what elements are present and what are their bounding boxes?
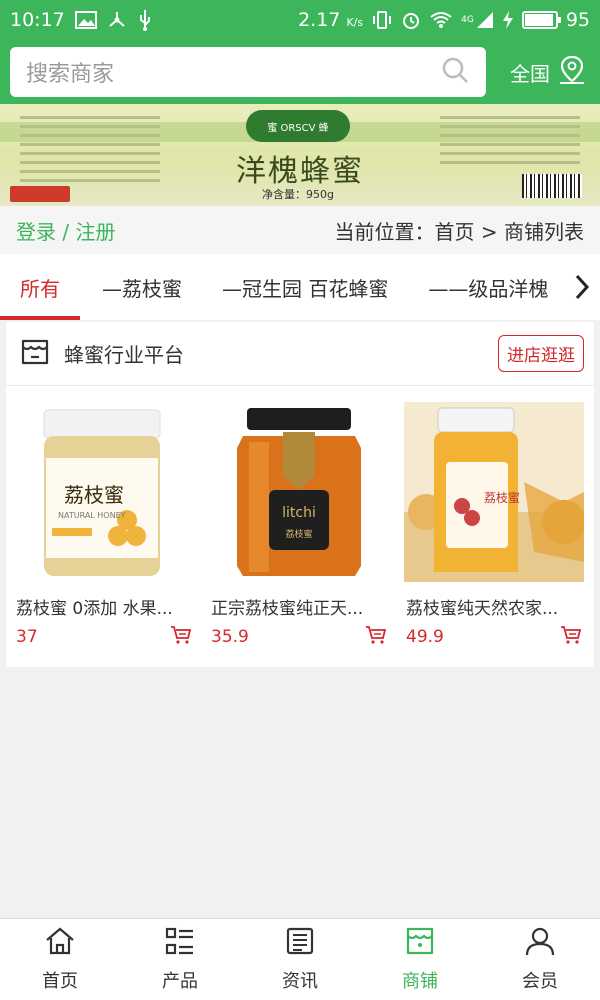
battery-percent: 95 — [565, 9, 590, 31]
alarm-icon — [401, 9, 421, 31]
banner-text-block-right — [440, 116, 580, 170]
store-icon — [404, 926, 436, 961]
status-time: 10:17 — [10, 9, 65, 31]
search-icon[interactable] — [440, 55, 470, 89]
cart-icon[interactable] — [560, 625, 582, 649]
tab-first-grade[interactable]: ——级品洋槐 — [428, 254, 548, 320]
signal-icon: 4G — [461, 9, 494, 31]
product-list: 荔枝蜜 NATURAL HONEY 荔枝蜜 0添加 水果... 37 litch… — [6, 386, 594, 649]
banner-logo: 蜜 ORSCV 蜂 — [246, 110, 350, 142]
search-input[interactable]: 搜索商家 — [10, 47, 486, 97]
store-icon — [20, 337, 50, 371]
chevron-right-icon[interactable] — [564, 254, 600, 320]
shop-name: 蜂蜜行业平台 — [64, 343, 184, 367]
nav-member-label: 会员 — [522, 971, 558, 992]
cart-icon[interactable] — [170, 625, 192, 649]
category-tabs: 所有 —荔枝蜜 —冠生园 百花蜂蜜 ——级品洋槐 — [0, 254, 600, 320]
nav-products[interactable]: 产品 — [120, 919, 240, 1000]
banner-image[interactable]: 蜜 ORSCV 蜂 洋槐蜂蜜 净含量：950g — [0, 104, 600, 206]
current-location: 当前位置：首页 > 商铺列表 — [334, 219, 584, 244]
banner-net-weight: 净含量：950g — [262, 188, 334, 201]
list-icon — [164, 926, 196, 961]
product-title[interactable]: 正宗荔枝蜜纯正天... — [211, 594, 389, 619]
charging-icon — [502, 9, 514, 31]
banner-text-block-left — [20, 116, 160, 188]
share-icon — [107, 9, 127, 31]
breadcrumb: 登录 / 注册 当前位置：首页 > 商铺列表 — [0, 206, 600, 254]
product-price: 35.9 — [211, 627, 249, 647]
product-card[interactable]: 荔枝蜜 NATURAL HONEY 荔枝蜜 0添加 水果... 37 — [8, 402, 201, 649]
jar-sub: NATURAL HONEY — [58, 511, 126, 520]
region-label: 全国 — [510, 61, 550, 86]
location-icon — [558, 55, 586, 90]
nav-products-label: 产品 — [162, 971, 198, 992]
product-image[interactable]: 荔枝蜜 — [404, 402, 584, 582]
usb-icon — [137, 9, 153, 31]
nav-stores[interactable]: 商铺 — [360, 919, 480, 1000]
nav-news-label: 资讯 — [282, 971, 318, 992]
barcode-icon — [522, 174, 582, 198]
nav-news[interactable]: 资讯 — [240, 919, 360, 1000]
product-image[interactable]: 荔枝蜜 NATURAL HONEY — [14, 402, 194, 582]
visit-shop-button[interactable]: 进店逛逛 — [498, 335, 584, 372]
tab-all[interactable]: 所有 — [0, 254, 80, 320]
shop-card: 蜂蜜行业平台 进店逛逛 荔枝蜜 NATURAL HONEY 荔枝蜜 0添加 水果… — [6, 322, 594, 667]
bottom-nav: 首页 产品 资讯 商铺 会员 — [0, 918, 600, 1000]
product-card[interactable]: litchi 荔枝蜜 正宗荔枝蜜纯正天... 35.9 — [203, 402, 396, 649]
search-placeholder: 搜索商家 — [26, 62, 115, 87]
vibrate-icon — [371, 9, 393, 31]
network-speed: 2.17 K/s — [298, 9, 364, 31]
product-image[interactable]: litchi 荔枝蜜 — [209, 402, 389, 582]
wifi-icon — [429, 9, 453, 31]
banner-badge — [10, 186, 70, 202]
product-price: 37 — [16, 627, 38, 647]
tab-litchi-honey[interactable]: —荔枝蜜 — [102, 254, 182, 320]
jar-label: 荔枝蜜 — [484, 490, 520, 505]
product-title[interactable]: 荔枝蜜纯天然农家... — [406, 594, 584, 619]
top-header: 搜索商家 全国 — [0, 40, 600, 104]
banner-title: 洋槐蜂蜜 — [236, 154, 364, 189]
login-register-link[interactable]: 登录 / 注册 — [16, 216, 115, 245]
nav-stores-label: 商铺 — [402, 971, 438, 992]
nav-member[interactable]: 会员 — [480, 919, 600, 1000]
nav-home[interactable]: 首页 — [0, 919, 120, 1000]
tab-guanshengyuan[interactable]: —冠生园 百花蜂蜜 — [222, 254, 388, 320]
news-icon — [284, 926, 316, 961]
battery-icon — [521, 11, 561, 29]
cart-icon[interactable] — [365, 625, 387, 649]
home-icon — [44, 926, 76, 961]
shop-header: 蜂蜜行业平台 进店逛逛 — [6, 322, 594, 386]
product-title[interactable]: 荔枝蜜 0添加 水果... — [16, 594, 194, 619]
jar-label: litchi — [282, 505, 316, 521]
region-selector[interactable]: 全国 — [510, 55, 590, 90]
product-price: 49.9 — [406, 627, 444, 647]
product-card[interactable]: 荔枝蜜 荔枝蜜纯天然农家... 49.9 — [398, 402, 591, 649]
gallery-icon — [74, 9, 97, 31]
jar-label: 荔枝蜜 — [64, 483, 124, 507]
nav-home-label: 首页 — [42, 971, 78, 992]
user-icon — [524, 926, 556, 961]
status-bar: 10:17 2.17 K/s 4G 95 — [0, 0, 600, 40]
jar-sub: 荔枝蜜 — [285, 528, 312, 540]
